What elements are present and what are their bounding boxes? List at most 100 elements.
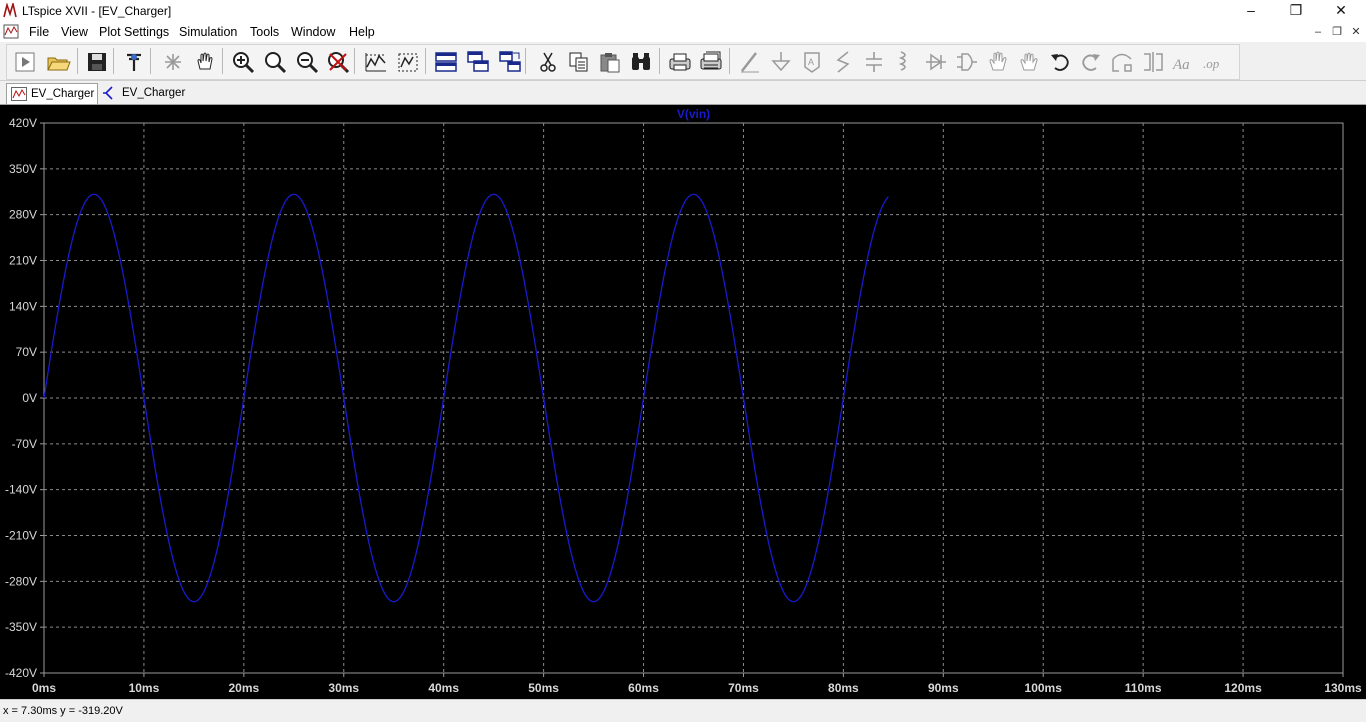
document-menu-icon[interactable] (3, 24, 19, 39)
component-button[interactable] (954, 49, 980, 75)
child-close-button[interactable]: ✕ (1348, 25, 1364, 40)
print-icon (669, 53, 691, 71)
run-button[interactable] (12, 49, 38, 75)
halt-button[interactable] (160, 49, 186, 75)
copy-button[interactable] (566, 49, 592, 75)
text-button[interactable]: Aa (1171, 49, 1197, 75)
menu-tools[interactable]: Tools (250, 25, 279, 39)
x-tick-label: 20ms (228, 681, 259, 695)
pan-button[interactable] (192, 49, 218, 75)
restore-button[interactable]: ❐ (1273, 0, 1319, 22)
capacitor-button[interactable] (861, 49, 887, 75)
control-panel-button[interactable] (121, 49, 147, 75)
move-button[interactable] (985, 49, 1011, 75)
resistor-button[interactable] (830, 49, 856, 75)
x-tick-label: 100ms (1025, 681, 1063, 695)
cascade-button[interactable] (465, 49, 491, 75)
menu-file[interactable]: File (29, 25, 49, 39)
y-tick-label: 280V (9, 208, 37, 222)
window-title: LTspice XVII - [EV_Charger] (22, 4, 172, 18)
label-net-icon: A (804, 52, 820, 73)
x-tick-label: 50ms (528, 681, 559, 695)
drag-button[interactable] (1016, 49, 1042, 75)
tile-horizontal-button[interactable] (433, 49, 459, 75)
ltspice-logo-icon (3, 3, 17, 18)
y-tick-label: 210V (9, 254, 37, 268)
mirror-button[interactable] (1140, 49, 1166, 75)
diode-icon (926, 53, 946, 71)
wire-icon (741, 52, 759, 73)
zoom-in-icon (233, 52, 255, 74)
zoom-out-button[interactable] (294, 49, 320, 75)
autorange-icon (365, 53, 386, 72)
child-minimize-button[interactable]: – (1310, 25, 1326, 40)
y-tick-label: 420V (9, 116, 37, 130)
tile-vertical-button[interactable] (497, 49, 523, 75)
tab-waveform[interactable]: EV_Charger (6, 83, 98, 104)
y-tick-label: 0V (22, 391, 37, 405)
redo-icon (1082, 54, 1100, 71)
paste-button[interactable] (597, 49, 623, 75)
menu-plot-settings[interactable]: Plot Settings (99, 25, 169, 39)
toolbar-separator (113, 48, 114, 74)
paste-icon (600, 53, 620, 73)
find-button[interactable] (628, 49, 654, 75)
tile-horizontal-icon (435, 52, 457, 72)
zoom-fit-button[interactable] (325, 49, 351, 75)
plot-canvas[interactable]: 0ms 10ms 20ms 30ms 40ms 50ms 60ms 70ms 80ms 90ms 1… (0, 105, 1366, 699)
zoom-fit-icon (328, 52, 350, 74)
print-setup-button[interactable] (698, 49, 724, 75)
zoom-out-icon (297, 52, 319, 74)
cut-button[interactable] (535, 49, 561, 75)
tile-vertical-icon (499, 51, 521, 72)
menu-view[interactable]: View (61, 25, 88, 39)
run-icon (15, 52, 35, 72)
undo-icon (1051, 54, 1069, 71)
x-tick-label: 10ms (129, 681, 160, 695)
x-tick-label: 70ms (728, 681, 759, 695)
minimize-button[interactable]: – (1228, 0, 1274, 22)
capacitor-icon (866, 52, 882, 72)
save-button[interactable] (84, 49, 110, 75)
y-tick-label: -350V (5, 620, 37, 634)
print-button[interactable] (667, 49, 693, 75)
rotate-icon (1112, 53, 1132, 72)
autorange-y-button[interactable] (395, 49, 421, 75)
zoom-in-button[interactable] (230, 49, 256, 75)
pan-icon (197, 52, 213, 70)
close-button[interactable]: ✕ (1318, 0, 1364, 22)
toolbar-separator (525, 48, 526, 74)
tab-schematic[interactable]: EV_Charger (98, 83, 186, 103)
label-net-button[interactable]: A (799, 49, 825, 75)
child-restore-button[interactable]: ❐ (1329, 25, 1345, 40)
diode-button[interactable] (923, 49, 949, 75)
menu-help[interactable]: Help (349, 25, 375, 39)
undo-button[interactable] (1047, 49, 1073, 75)
ground-button[interactable] (768, 49, 794, 75)
control-panel-icon (127, 53, 141, 71)
zoom-area-button[interactable] (262, 49, 288, 75)
save-icon (88, 53, 106, 71)
cursor-readout: x = 7.30ms y = -319.20V (3, 705, 123, 717)
menu-window[interactable]: Window (291, 25, 335, 39)
toolbar-separator (729, 48, 730, 74)
x-tick-label: 90ms (928, 681, 959, 695)
mirror-icon (1144, 52, 1163, 72)
y-tick-label: 70V (16, 345, 37, 359)
rotate-button[interactable] (1109, 49, 1135, 75)
move-icon (989, 51, 1007, 71)
waveform-plot[interactable]: 0ms 10ms 20ms 30ms 40ms 50ms 60ms 70ms 80ms 90ms 1… (0, 105, 1366, 699)
toolbar-separator (354, 48, 355, 74)
svg-text:A: A (808, 57, 814, 67)
spice-directive-button[interactable]: .op (1202, 49, 1228, 75)
autorange-button[interactable] (363, 49, 389, 75)
y-tick-label: 350V (9, 162, 37, 176)
redo-button[interactable] (1078, 49, 1104, 75)
trace-title: V(vin) (677, 107, 710, 121)
inductor-button[interactable] (892, 49, 918, 75)
wire-button[interactable] (737, 49, 763, 75)
menu-simulation[interactable]: Simulation (179, 25, 237, 39)
open-button[interactable] (45, 49, 71, 75)
y-tick-label: -210V (5, 529, 37, 543)
schematic-tab-icon (103, 86, 113, 100)
